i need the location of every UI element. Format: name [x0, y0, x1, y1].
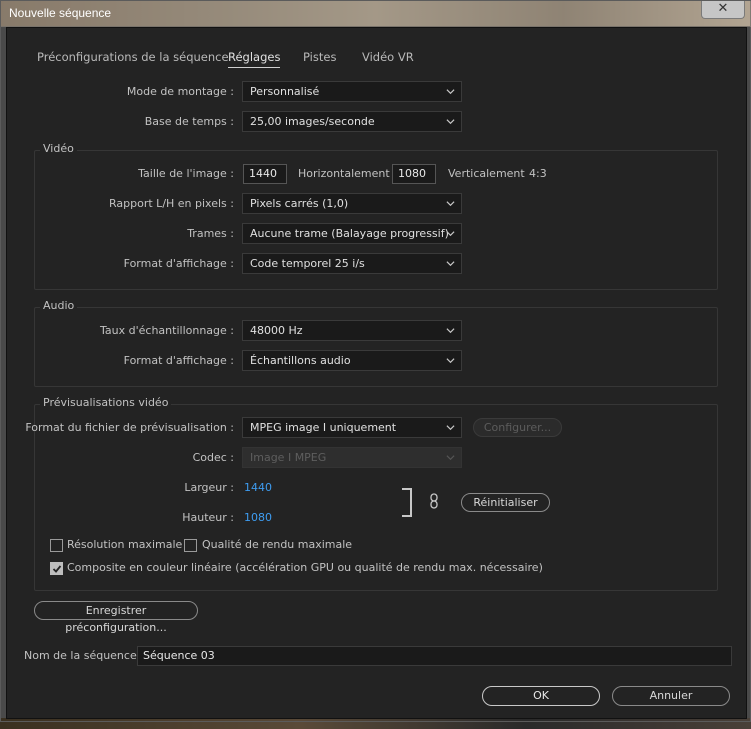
tab-vr-video[interactable]: Vidéo VR: [362, 50, 414, 64]
linear-composite-label[interactable]: Composite en couleur linéaire (accélérat…: [67, 561, 543, 574]
timebase-value: 25,00 images/seconde: [250, 115, 375, 128]
aspect-ratio-text: 4:3: [529, 167, 547, 180]
max-resolution-checkbox[interactable]: [50, 539, 63, 552]
video-display-format-label: Format d'affichage :: [123, 257, 234, 270]
chevron-down-icon: [446, 358, 455, 364]
preview-width-label: Largeur :: [184, 481, 234, 494]
fields-label: Trames :: [187, 227, 234, 240]
fields-dropdown[interactable]: Aucune trame (Balayage progressif): [242, 223, 462, 244]
chevron-down-icon: [446, 425, 455, 431]
linear-composite-checkbox[interactable]: [50, 562, 63, 575]
pixel-aspect-dropdown[interactable]: Pixels carrés (1,0): [242, 193, 462, 214]
editing-mode-label: Mode de montage :: [126, 85, 234, 98]
timebase-label: Base de temps :: [144, 115, 234, 128]
pixel-aspect-label: Rapport L/H en pixels :: [109, 197, 234, 210]
editing-mode-dropdown[interactable]: Personnalisé: [242, 81, 462, 102]
tab-tracks[interactable]: Pistes: [303, 50, 336, 64]
sequence-name-input[interactable]: Séquence 03: [137, 646, 732, 666]
sample-rate-dropdown[interactable]: 48000 Hz: [242, 320, 462, 341]
audio-display-format-label: Format d'affichage :: [123, 354, 234, 367]
dialog-body: Préconfigurations de la séquence Réglage…: [6, 27, 747, 719]
max-quality-label[interactable]: Qualité de rendu maximale: [202, 538, 352, 551]
max-resolution-label[interactable]: Résolution maximale: [67, 538, 182, 551]
close-icon: ✕: [717, 1, 729, 16]
chevron-down-icon: [446, 119, 455, 125]
sample-rate-value: 48000 Hz: [250, 324, 303, 337]
close-button[interactable]: ✕: [701, 1, 745, 19]
audio-group-title: Audio: [40, 299, 78, 312]
pixel-aspect-value: Pixels carrés (1,0): [250, 197, 349, 210]
timebase-dropdown[interactable]: 25,00 images/seconde: [242, 111, 462, 132]
ok-button[interactable]: OK: [482, 686, 600, 706]
max-quality-checkbox[interactable]: [184, 539, 197, 552]
chevron-down-icon: [446, 201, 455, 207]
preview-height-value[interactable]: 1080: [244, 511, 272, 524]
preview-file-format-dropdown[interactable]: MPEG image I uniquement: [242, 417, 462, 438]
new-sequence-window: Nouvelle séquence ✕ Préconfigurations de…: [0, 0, 751, 722]
save-preset-button[interactable]: Enregistrer préconfiguration...: [34, 601, 198, 634]
video-display-format-dropdown[interactable]: Code temporel 25 i/s: [242, 253, 462, 274]
reset-button[interactable]: Réinitialiser: [461, 493, 550, 512]
preview-file-format-label: Format du fichier de prévisualisation :: [25, 421, 234, 434]
preview-group-title: Prévisualisations vidéo: [40, 396, 172, 409]
cancel-button[interactable]: Annuler: [612, 686, 730, 706]
fields-value: Aucune trame (Balayage progressif): [250, 227, 449, 240]
frame-height-input[interactable]: 1080: [392, 164, 436, 184]
audio-display-format-value: Échantillons audio: [250, 354, 351, 367]
preview-file-format-value: MPEG image I uniquement: [250, 421, 397, 434]
audio-display-format-dropdown[interactable]: Échantillons audio: [242, 350, 462, 371]
tab-settings[interactable]: Réglages: [228, 50, 281, 68]
chevron-down-icon: [446, 231, 455, 237]
vertical-label: Verticalement: [448, 167, 525, 180]
sequence-name-label: Nom de la séquence :: [24, 649, 144, 662]
sample-rate-label: Taux d'échantillonnage :: [100, 324, 234, 337]
preview-width-value[interactable]: 1440: [244, 481, 272, 494]
link-bracket: [402, 488, 412, 517]
checkmark-icon: [52, 565, 62, 573]
chevron-down-icon: [446, 261, 455, 267]
chevron-down-icon: [446, 89, 455, 95]
video-group-title: Vidéo: [40, 142, 77, 155]
codec-label: Codec :: [192, 451, 234, 464]
link-icon[interactable]: [429, 493, 439, 509]
title-bar[interactable]: Nouvelle séquence ✕: [1, 1, 751, 27]
configure-button[interactable]: Configurer...: [473, 418, 562, 437]
video-display-format-value: Code temporel 25 i/s: [250, 257, 365, 270]
horizontal-label: Horizontalement: [298, 167, 390, 180]
chevron-down-icon: [446, 455, 455, 461]
frame-size-label: Taille de l'image :: [138, 167, 234, 180]
window-title: Nouvelle séquence: [9, 6, 112, 20]
tab-presets[interactable]: Préconfigurations de la séquence: [37, 50, 229, 64]
codec-dropdown[interactable]: Image I MPEG: [242, 447, 462, 468]
codec-value: Image I MPEG: [250, 451, 327, 464]
preview-height-label: Hauteur :: [182, 511, 234, 524]
audio-group: [34, 307, 718, 387]
chevron-down-icon: [446, 328, 455, 334]
editing-mode-value: Personnalisé: [250, 85, 320, 98]
frame-width-input[interactable]: 1440: [243, 164, 287, 184]
